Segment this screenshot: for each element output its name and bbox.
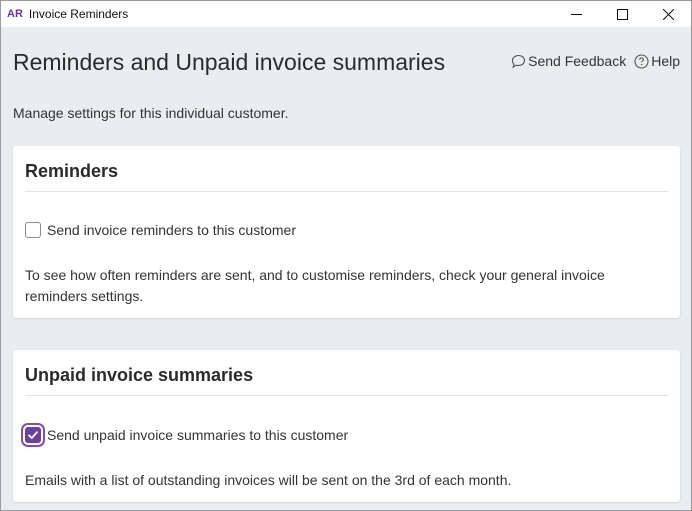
minimize-button[interactable] <box>553 1 599 27</box>
summaries-description: Emails with a list of outstanding invoic… <box>25 472 512 488</box>
window-title: Invoice Reminders <box>28 7 129 21</box>
title-bar: AR Invoice Reminders <box>1 1 691 27</box>
summaries-card: Unpaid invoice summaries Send unpaid inv… <box>13 350 680 502</box>
divider <box>25 191 668 192</box>
close-icon <box>662 8 674 20</box>
checkmark-icon <box>28 431 38 439</box>
window-controls <box>553 1 691 27</box>
content-area: Reminders and Unpaid invoice summaries S… <box>1 27 691 510</box>
help-icon <box>634 53 649 69</box>
header-links: Send Feedback Help <box>511 53 680 69</box>
help-label: Help <box>651 53 680 69</box>
send-summaries-checkbox[interactable] <box>25 427 41 443</box>
reminders-description: To see how often reminders are sent, and… <box>25 267 605 304</box>
send-reminders-option[interactable]: Send invoice reminders to this customer <box>25 222 296 238</box>
maximize-button[interactable] <box>599 1 645 27</box>
divider <box>25 395 668 396</box>
reminders-title: Reminders <box>25 161 119 181</box>
page-title: Reminders and Unpaid invoice summaries <box>13 49 446 75</box>
send-feedback-link[interactable]: Send Feedback <box>511 53 626 69</box>
summaries-title: Unpaid invoice summaries <box>25 365 254 385</box>
minimize-icon <box>570 13 582 15</box>
send-feedback-label: Send Feedback <box>528 53 627 69</box>
send-reminders-label: Send invoice reminders to this customer <box>47 222 296 238</box>
send-reminders-checkbox[interactable] <box>25 222 41 238</box>
app-window: AR Invoice Reminders Reminders and Unpai… <box>0 0 692 511</box>
reminders-card: Reminders Send invoice reminders to this… <box>13 146 680 318</box>
send-summaries-label: Send unpaid invoice summaries to this cu… <box>47 427 349 443</box>
page-subtitle: Manage settings for this individual cust… <box>13 105 289 121</box>
help-link[interactable]: Help <box>634 53 680 69</box>
send-summaries-option[interactable]: Send unpaid invoice summaries to this cu… <box>25 427 348 443</box>
app-logo: AR <box>7 8 23 20</box>
close-button[interactable] <box>645 1 691 27</box>
maximize-icon <box>616 8 628 20</box>
speech-bubble-icon <box>512 54 526 68</box>
